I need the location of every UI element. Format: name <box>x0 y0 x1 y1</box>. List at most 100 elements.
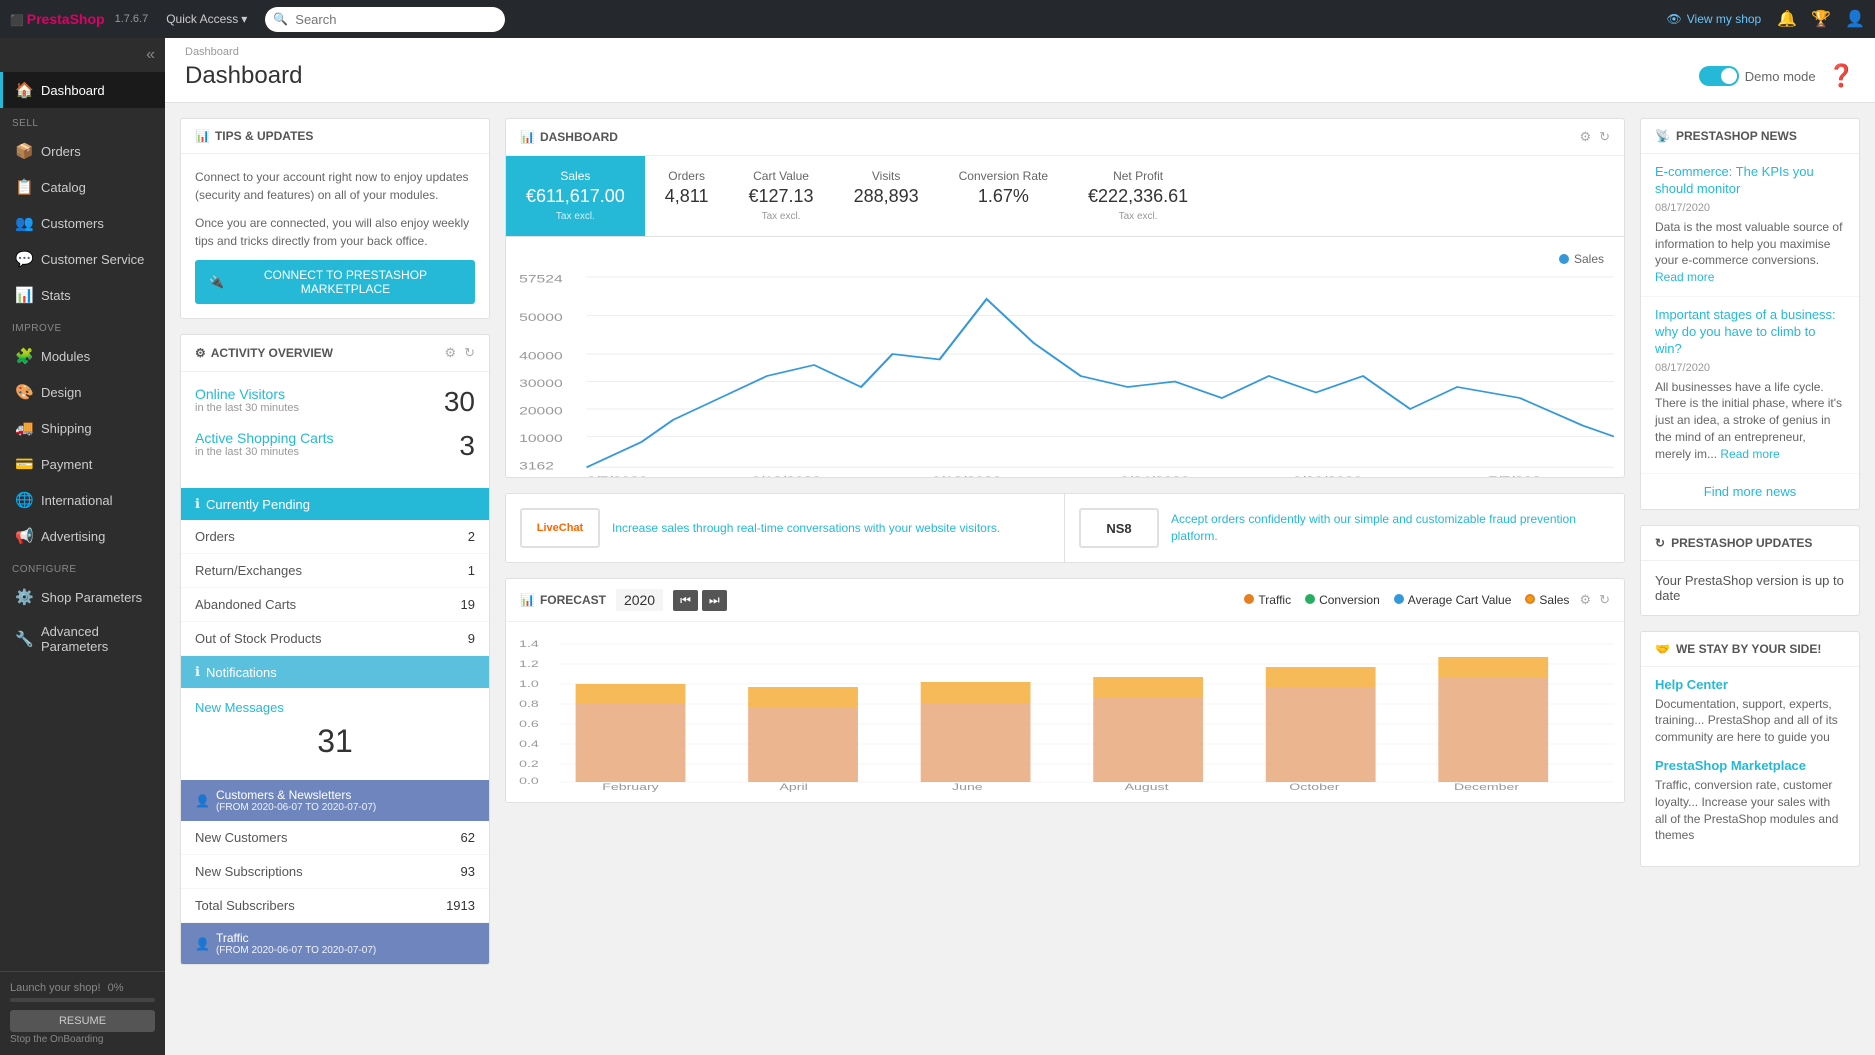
trophy-icon[interactable]: 🏆 <box>1811 9 1831 29</box>
connect-icon: 🔌 <box>209 275 224 289</box>
svg-text:1.0: 1.0 <box>519 679 539 690</box>
ns8-description[interactable]: Accept orders confidently with our simpl… <box>1171 511 1610 545</box>
view-shop-link[interactable]: 👁 View my shop <box>1667 12 1762 26</box>
tips-card-header: 📊 TIPS & UPDATES <box>181 119 489 154</box>
online-visitors-label[interactable]: Online Visitors <box>195 386 299 402</box>
tab-cart-value[interactable]: Cart Value €127.13 Tax excl. <box>728 156 833 236</box>
tips-body: Connect to your account right now to enj… <box>181 154 489 318</box>
tab-orders[interactable]: Orders 4,811 <box>645 156 729 236</box>
customer-item-total-subscribers[interactable]: Total Subscribers 1913 <box>181 889 489 923</box>
forecast-refresh-icon[interactable]: ↻ <box>1599 592 1610 608</box>
sidebar-item-payment[interactable]: 💳 Payment <box>0 446 165 482</box>
sidebar-item-international[interactable]: 🌐 International <box>0 482 165 518</box>
forecast-prev-button[interactable]: ⏮ <box>673 590 698 611</box>
toggle-switch[interactable] <box>1699 66 1739 86</box>
sidebar-item-dashboard[interactable]: 🏠 Dashboard <box>0 72 165 108</box>
pending-items-list: Orders 2 Return/Exchanges 1 Abandoned Ca… <box>181 520 489 656</box>
left-column: 📊 TIPS & UPDATES Connect to your account… <box>180 118 490 965</box>
refresh-icon[interactable]: ↻ <box>464 345 475 361</box>
toggle-knob <box>1721 68 1737 84</box>
marketplace-link[interactable]: PrestaShop Marketplace <box>1655 758 1845 773</box>
avg-cart-value-legend: Average Cart Value <box>1394 593 1512 607</box>
page-header: Dashboard Dashboard Demo mode ❓ <box>165 38 1875 103</box>
user-icon[interactable]: 👤 <box>1845 9 1865 29</box>
svg-text:50000: 50000 <box>519 311 563 323</box>
news-title-1[interactable]: E-commerce: The KPIs you should monitor <box>1655 164 1845 198</box>
main-content: Dashboard Dashboard Demo mode ❓ <box>165 38 1875 1055</box>
sidebar-item-advertising[interactable]: 📢 Advertising <box>0 518 165 554</box>
svg-text:0.0: 0.0 <box>519 776 539 787</box>
demo-mode-toggle[interactable]: Demo mode <box>1699 66 1816 86</box>
activity-card: ⚙ ACTIVITY OVERVIEW ⚙ ↻ Online Visitors <box>180 334 490 965</box>
sidebar-item-stats[interactable]: 📊 Stats <box>0 277 165 313</box>
sidebar-item-customer-service[interactable]: 💬 Customer Service <box>0 241 165 277</box>
news-read-more-2[interactable]: Read more <box>1720 447 1779 461</box>
news-icon: 📡 <box>1655 129 1670 143</box>
tips-para1: Connect to your account right now to enj… <box>195 168 475 204</box>
news-read-more-1[interactable]: Read more <box>1655 270 1714 284</box>
tips-para2: Once you are connected, you will also en… <box>195 214 475 250</box>
svg-text:August: August <box>1125 782 1170 792</box>
search-input[interactable] <box>265 7 505 32</box>
customers-icon: 👥 <box>15 214 33 232</box>
main-layout: « 🏠 Dashboard SELL 📦 Orders 📋 Catalog 👥 … <box>0 38 1875 1055</box>
tab-visits[interactable]: Visits 288,893 <box>834 156 939 236</box>
sidebar-item-shop-parameters[interactable]: ⚙️ Shop Parameters <box>0 579 165 615</box>
top-navigation: ⬛ PrestaShop 1.7.6.7 Quick Access ▾ 👁 Vi… <box>0 0 1875 38</box>
notifications-body: New Messages 31 <box>181 688 489 780</box>
tab-sales[interactable]: Sales €611,617.00 Tax excl. <box>506 156 645 236</box>
svg-text:6/7/2020: 6/7/2020 <box>587 474 648 478</box>
help-center-text: Documentation, support, experts, trainin… <box>1655 696 1845 746</box>
tab-net-profit[interactable]: Net Profit €222,336.61 Tax excl. <box>1068 156 1208 236</box>
resume-button[interactable]: RESUME <box>10 1010 155 1032</box>
forecast-next-button[interactable]: ⏭ <box>702 590 727 611</box>
sidebar-item-orders[interactable]: 📦 Orders <box>0 133 165 169</box>
pending-item-orders[interactable]: Orders 2 <box>181 520 489 554</box>
tips-icon: 📊 <box>195 129 210 143</box>
updates-icon: ↻ <box>1655 536 1665 550</box>
help-button[interactable]: ❓ <box>1828 63 1855 89</box>
dashboard-icon: 🏠 <box>15 81 33 99</box>
sales-legend: Sales <box>1525 593 1569 607</box>
settings-icon[interactable]: ⚙ <box>444 345 456 361</box>
customer-item-new-subscriptions[interactable]: New Subscriptions 93 <box>181 855 489 889</box>
right-column: 📡 PRESTASHOP NEWS E-commerce: The KPIs y… <box>1640 118 1860 965</box>
connect-marketplace-button[interactable]: 🔌 CONNECT TO PRESTASHOP MARKETPLACE <box>195 260 475 304</box>
top-nav-right: 👁 View my shop 🔔 🏆 👤 <box>1667 9 1865 29</box>
updates-card: ↻ PRESTASHOP UPDATES Your PrestaShop ver… <box>1640 525 1860 616</box>
forecast-card: 📊 FORECAST 2020 ⏮ ⏭ Traffic Conversion A… <box>505 578 1625 803</box>
customer-item-new-customers[interactable]: New Customers 62 <box>181 821 489 855</box>
sidebar-item-modules[interactable]: 🧩 Modules <box>0 338 165 374</box>
active-carts-label[interactable]: Active Shopping Carts <box>195 430 334 446</box>
sidebar-item-customers[interactable]: 👥 Customers <box>0 205 165 241</box>
svg-text:6/24/2020: 6/24/2020 <box>1120 474 1190 478</box>
livechat-description[interactable]: Increase sales through real-time convers… <box>612 520 1000 537</box>
find-more-news-link[interactable]: Find more news <box>1641 474 1859 509</box>
pending-item-out-of-stock[interactable]: Out of Stock Products 9 <box>181 622 489 656</box>
pending-item-abandoned-carts[interactable]: Abandoned Carts 19 <box>181 588 489 622</box>
sidebar-item-catalog[interactable]: 📋 Catalog <box>0 169 165 205</box>
dashboard-refresh-icon[interactable]: ↻ <box>1599 129 1610 145</box>
sales-chart-area: Sales 57524 50000 40000 30000 20000 1000… <box>506 237 1624 477</box>
news-card-header: 📡 PRESTASHOP NEWS <box>1641 119 1859 154</box>
news-title-2[interactable]: Important stages of a business: why do y… <box>1655 307 1845 358</box>
sidebar-item-advanced-parameters[interactable]: 🔧 Advanced Parameters <box>0 615 165 663</box>
svg-text:December: December <box>1454 782 1519 792</box>
svg-text:0.4: 0.4 <box>519 739 539 750</box>
forecast-settings-icon[interactable]: ⚙ <box>1579 592 1591 608</box>
bell-icon[interactable]: 🔔 <box>1777 9 1797 29</box>
tab-conversion-rate[interactable]: Conversion Rate 1.67% <box>939 156 1068 236</box>
news-item-1: E-commerce: The KPIs you should monitor … <box>1641 154 1859 297</box>
dashboard-settings-icon[interactable]: ⚙ <box>1579 129 1591 145</box>
sidebar-toggle[interactable]: « <box>0 38 165 72</box>
help-center-link[interactable]: Help Center <box>1655 677 1845 692</box>
svg-text:0.6: 0.6 <box>519 719 539 730</box>
search-wrap <box>265 7 505 32</box>
new-messages-link[interactable]: New Messages <box>195 700 475 715</box>
sidebar-item-design[interactable]: 🎨 Design <box>0 374 165 410</box>
sidebar-item-shipping[interactable]: 🚚 Shipping <box>0 410 165 446</box>
tips-card: 📊 TIPS & UPDATES Connect to your account… <box>180 118 490 319</box>
quick-access-menu[interactable]: Quick Access ▾ <box>158 8 255 30</box>
pending-item-returns[interactable]: Return/Exchanges 1 <box>181 554 489 588</box>
modules-icon: 🧩 <box>15 347 33 365</box>
